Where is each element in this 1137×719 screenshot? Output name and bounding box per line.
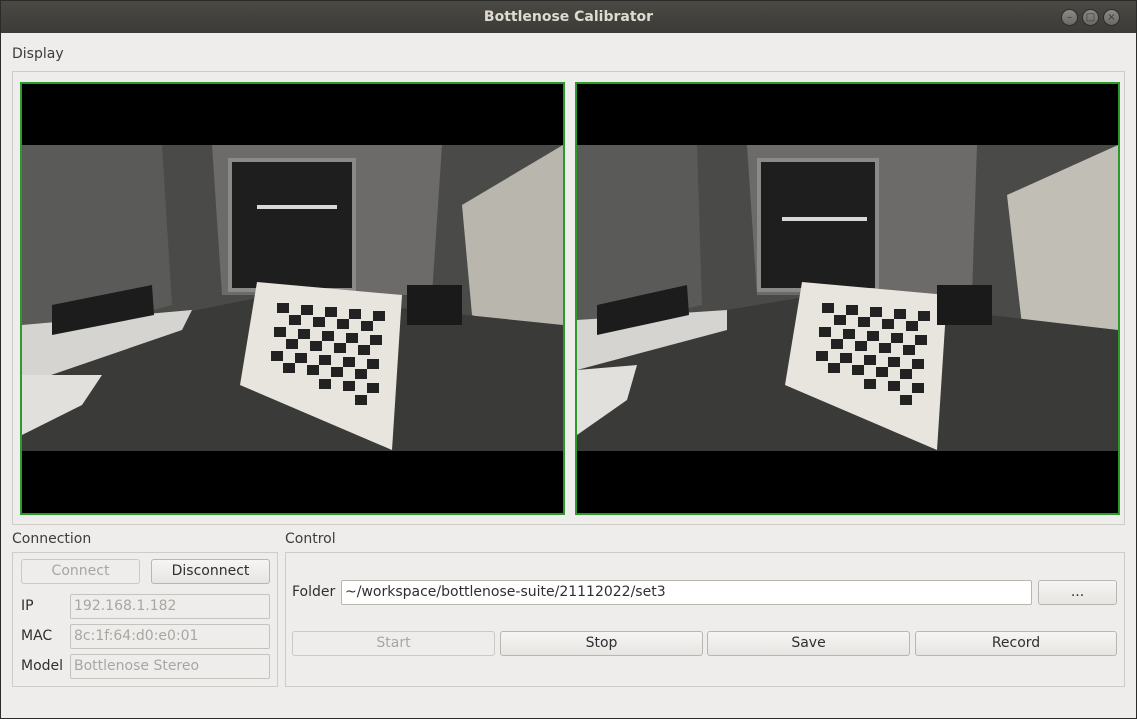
control-group: Folder ~/workspace/bottlenose-suite/2111… xyxy=(285,552,1125,687)
disconnect-button[interactable]: Disconnect xyxy=(151,559,270,584)
window-title: Bottlenose Calibrator xyxy=(483,9,654,25)
connect-button[interactable]: Connect xyxy=(21,559,140,584)
connection-group-label: Connection xyxy=(12,531,92,547)
mac-field[interactable]: 8c:1f:64:d0:e0:01 xyxy=(70,624,270,649)
app-window: Bottlenose Calibrator – □ × Display Conn… xyxy=(0,0,1137,719)
connection-group: Connect Disconnect IP 192.168.1.182 MAC … xyxy=(12,552,278,687)
model-field[interactable]: Bottlenose Stereo xyxy=(70,654,270,679)
left-camera-feed xyxy=(20,82,565,515)
right-camera-feed xyxy=(575,82,1120,515)
control-group-label: Control xyxy=(285,531,336,547)
ip-label: IP xyxy=(21,598,34,614)
start-button[interactable]: Start xyxy=(292,631,495,656)
display-group xyxy=(12,71,1125,525)
record-button[interactable]: Record xyxy=(915,631,1117,656)
folder-label: Folder xyxy=(292,584,336,600)
minimize-icon[interactable]: – xyxy=(1061,9,1078,26)
display-group-label: Display xyxy=(12,46,64,62)
left-camera-image xyxy=(22,145,563,451)
title-bar[interactable]: Bottlenose Calibrator – □ × xyxy=(1,1,1136,33)
save-button[interactable]: Save xyxy=(707,631,910,656)
maximize-icon[interactable]: □ xyxy=(1082,9,1099,26)
stop-button[interactable]: Stop xyxy=(500,631,703,656)
folder-input[interactable]: ~/workspace/bottlenose-suite/21112022/se… xyxy=(341,580,1032,605)
ip-field[interactable]: 192.168.1.182 xyxy=(70,594,270,619)
window-controls: – □ × xyxy=(1061,9,1120,26)
model-label: Model xyxy=(21,658,64,674)
mac-label: MAC xyxy=(21,628,53,644)
close-icon[interactable]: × xyxy=(1103,9,1120,26)
browse-folder-button[interactable]: ... xyxy=(1038,580,1117,605)
right-camera-image xyxy=(577,145,1118,451)
